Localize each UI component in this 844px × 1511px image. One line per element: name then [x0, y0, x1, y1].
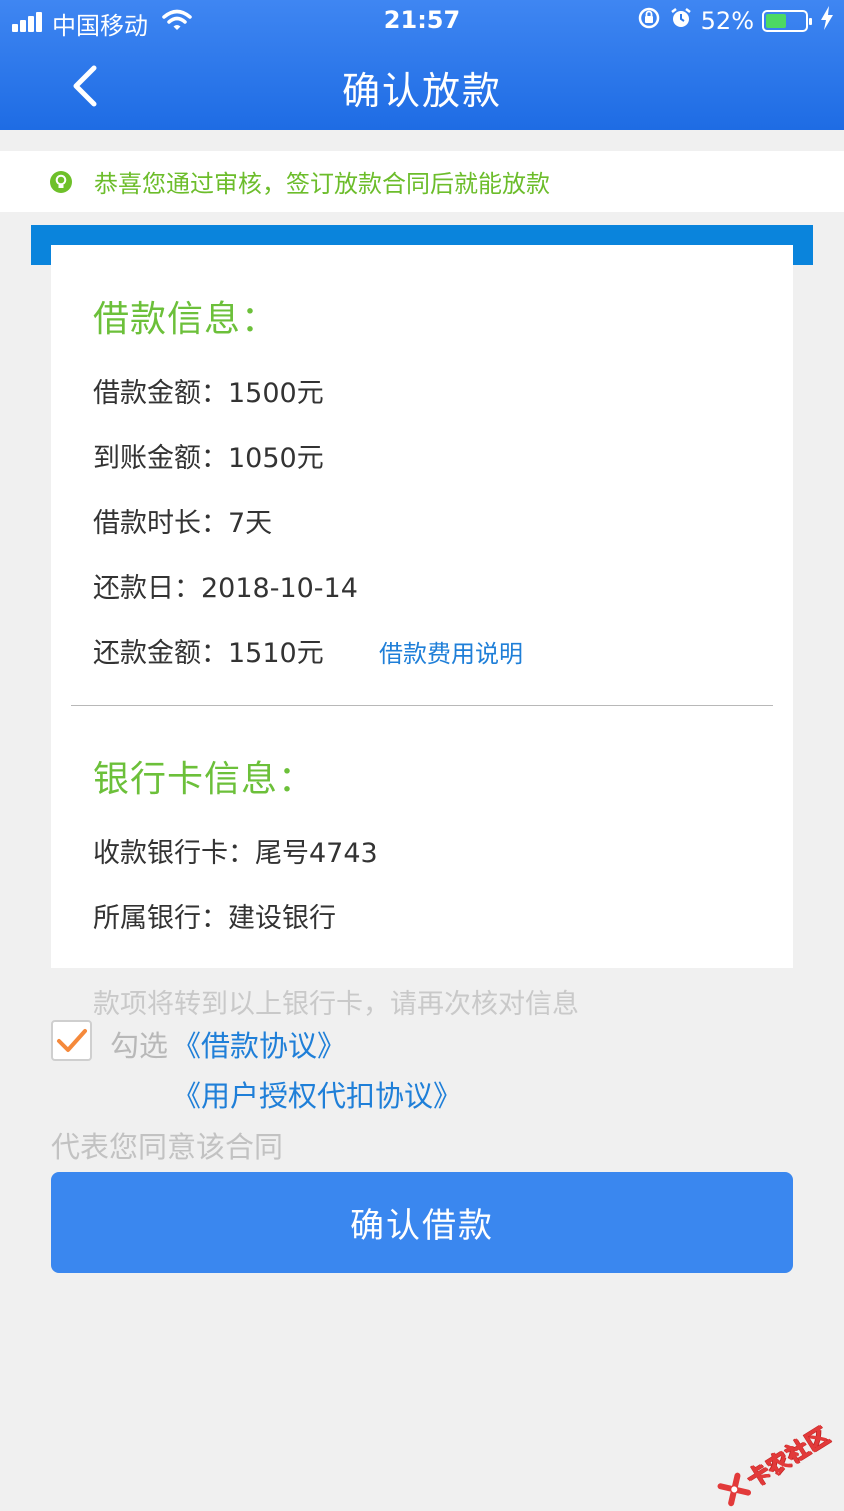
confirm-loan-button[interactable]: 确认借款 [51, 1172, 793, 1273]
app-header: 中国移动 21:57 52% 确认放款 [0, 0, 844, 130]
bank-info-title: 银行卡信息： [93, 759, 316, 800]
fee-explanation-link[interactable]: 借款费用说明 [379, 634, 523, 669]
receiving-card: 收款银行卡：尾号4743 [93, 838, 378, 869]
status-right-group: 52% [637, 6, 834, 36]
page-title: 确认放款 [341, 69, 502, 113]
battery-fill [766, 14, 786, 28]
status-bar: 中国移动 21:57 52% [0, 0, 844, 44]
repayment-date: 还款日：2018-10-14 [93, 573, 358, 604]
loan-info-title: 借款信息： [93, 299, 279, 340]
lightbulb-icon [50, 170, 72, 193]
battery-icon [762, 10, 812, 32]
loan-amount: 借款金额：1500元 [93, 378, 324, 409]
auth-debit-agreement-link[interactable]: 《用户授权代扣协议》 [172, 1073, 462, 1115]
watermark-text: 卡农社区 [743, 1423, 835, 1494]
agreement-suffix: 代表您同意该合同 [51, 1130, 284, 1164]
received-amount: 到账金额：1050元 [93, 443, 324, 474]
charging-icon [820, 6, 834, 36]
checkmark-icon [56, 1028, 87, 1052]
info-card: 借款信息： 借款金额：1500元 到账金额：1050元 借款时长：7天 还款日：… [51, 245, 793, 968]
loan-agreement-link[interactable]: 《借款协议》 [172, 1023, 346, 1065]
section-divider [71, 705, 773, 706]
alarm-icon [669, 6, 693, 36]
watermark: 卡农社区 [715, 1418, 835, 1510]
tip-bar: 恭喜您通过审核，签订放款合同后就能放款 [0, 151, 844, 212]
repayment-amount: 还款金额：1510元 [93, 638, 324, 669]
tip-text: 恭喜您通过审核，签订放款合同后就能放款 [94, 170, 550, 198]
agreement-prefix: 勾选 [110, 1029, 169, 1063]
rotation-lock-icon [637, 6, 661, 36]
agreement-checkbox[interactable] [51, 1020, 92, 1061]
battery-percent: 52% [700, 7, 754, 35]
verify-notice: 款项将转到以上银行卡，请再次核对信息 [93, 989, 579, 1020]
bank-name: 所属银行：建设银行 [93, 903, 336, 934]
loan-duration: 借款时长：7天 [93, 508, 273, 539]
